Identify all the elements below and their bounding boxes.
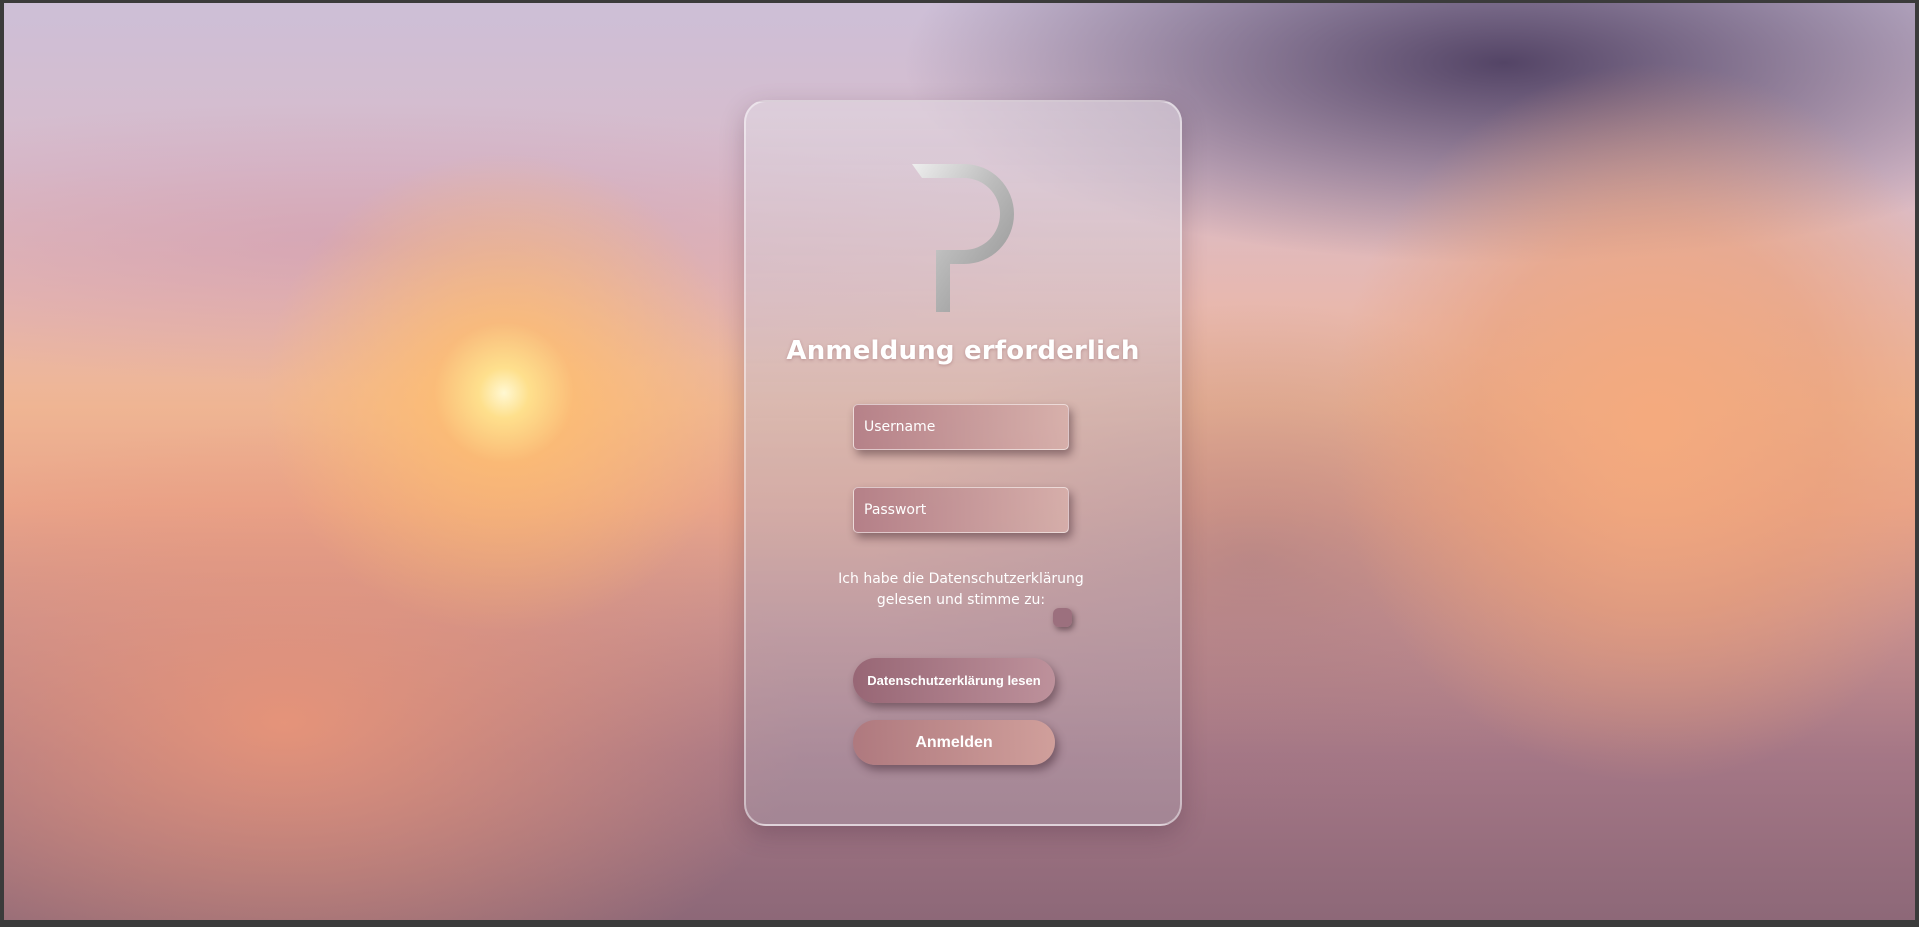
password-input[interactable]	[853, 487, 1069, 533]
login-card: Anmeldung erforderlich Ich habe die Date…	[744, 100, 1182, 826]
privacy-consent-label: Ich habe die Datenschutzerklärung gelese…	[836, 569, 1086, 611]
username-input[interactable]	[853, 404, 1069, 450]
read-privacy-button[interactable]: Datenschutzerklärung lesen	[853, 658, 1055, 703]
background-sky: Anmeldung erforderlich Ich habe die Date…	[4, 3, 1915, 920]
page-title: Anmeldung erforderlich	[786, 336, 1140, 366]
privacy-consent-line-1: Ich habe die Datenschutzerklärung	[838, 571, 1084, 587]
p-logo-icon	[912, 164, 1014, 312]
privacy-consent-line-2: gelesen und stimme zu:	[876, 592, 1046, 608]
login-button[interactable]: Anmelden	[853, 720, 1055, 765]
window-bottom-border	[0, 920, 1919, 927]
privacy-consent-checkbox[interactable]	[1053, 608, 1072, 627]
